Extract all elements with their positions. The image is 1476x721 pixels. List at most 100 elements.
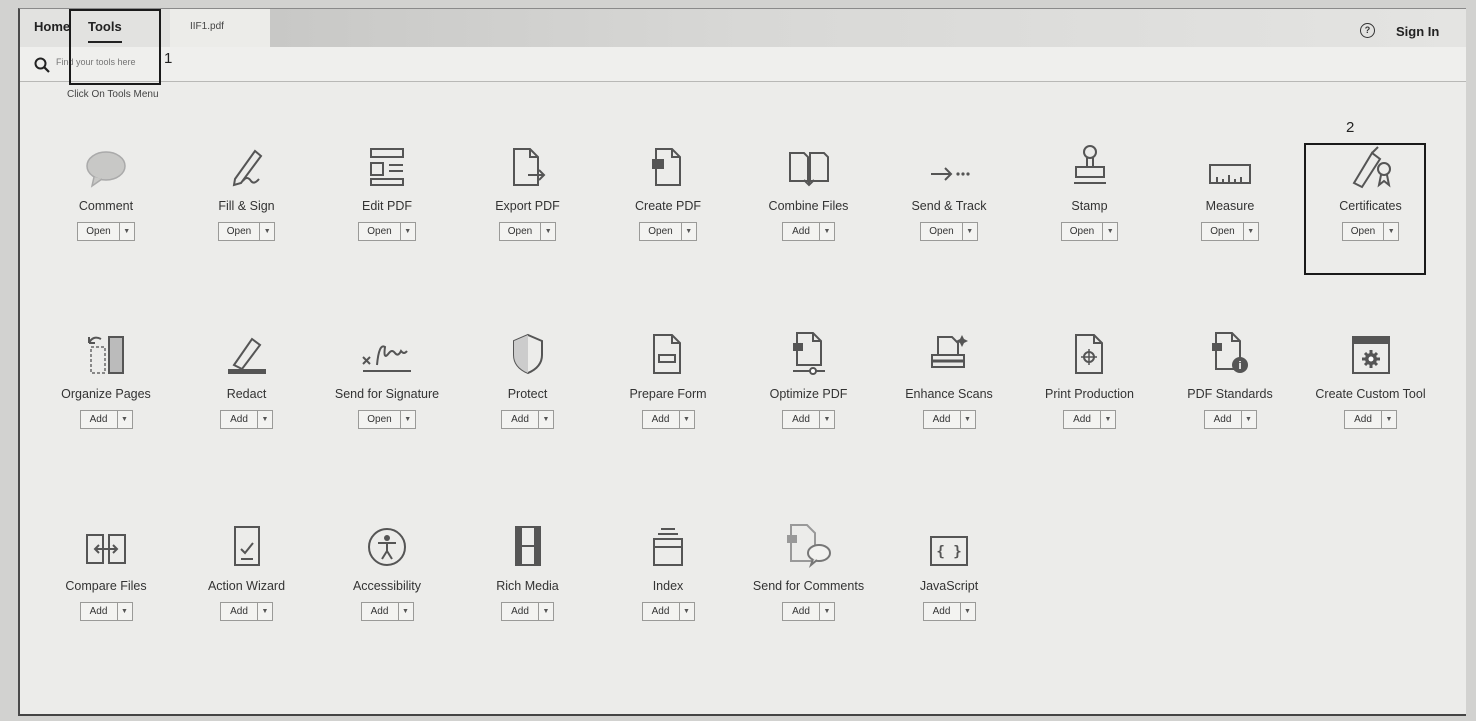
tool-protect-add-button[interactable]: Add (502, 411, 539, 428)
tool-accessibility-add-button[interactable]: Add (362, 603, 399, 620)
combine-files-icon[interactable] (739, 139, 879, 189)
tool-send-for-comments-dropdown-arrow[interactable]: ▼ (820, 603, 834, 620)
tool-action-wizard-add-button[interactable]: Add (221, 603, 258, 620)
tool-rich-media-add-button[interactable]: Add (502, 603, 539, 620)
tool-fill-and-sign-open-button[interactable]: Open (219, 223, 261, 240)
action-wizard-icon[interactable] (177, 519, 317, 569)
tool-send-and-track-dropdown-arrow[interactable]: ▼ (963, 223, 977, 240)
tool-organize-pages-dropdown-arrow[interactable]: ▼ (118, 411, 132, 428)
tool-card-optimize-pdf[interactable]: Optimize PDF Add ▼ (739, 327, 879, 429)
tool-card-rich-media[interactable]: Rich Media Add ▼ (458, 519, 598, 621)
tool-card-compare-files[interactable]: Compare Files Add ▼ (36, 519, 176, 621)
tool-comment-dropdown-arrow[interactable]: ▼ (120, 223, 134, 240)
tool-redact-dropdown-arrow[interactable]: ▼ (258, 411, 272, 428)
tool-javascript-add-button[interactable]: Add (924, 603, 961, 620)
tool-send-for-signature-dropdown-arrow[interactable]: ▼ (401, 411, 415, 428)
tool-send-for-signature-open-button[interactable]: Open (359, 411, 401, 428)
tool-enhance-scans-dropdown-arrow[interactable]: ▼ (961, 411, 975, 428)
tool-card-print-production[interactable]: Print Production Add ▼ (1020, 327, 1160, 429)
tool-measure-dropdown-arrow[interactable]: ▼ (1244, 223, 1258, 240)
tool-card-javascript[interactable]: { } JavaScript Add ▼ (879, 519, 1019, 621)
tool-create-custom-tool-add-button[interactable]: Add (1345, 411, 1382, 428)
tool-card-organize-pages[interactable]: Organize Pages Add ▼ (36, 327, 176, 429)
tool-card-protect[interactable]: Protect Add ▼ (458, 327, 598, 429)
help-icon[interactable]: ? (1360, 23, 1375, 38)
export-pdf-icon[interactable] (458, 139, 598, 189)
tool-optimize-pdf-dropdown-arrow[interactable]: ▼ (820, 411, 834, 428)
custom-tool-icon[interactable] (1301, 327, 1441, 377)
optimize-pdf-icon[interactable] (739, 327, 879, 377)
enhance-scans-icon[interactable] (879, 327, 1019, 377)
tool-card-measure[interactable]: Measure Open ▼ (1160, 139, 1300, 241)
tool-card-create-custom-tool[interactable]: Create Custom Tool Add ▼ (1301, 327, 1441, 429)
tool-card-accessibility[interactable]: Accessibility Add ▼ (317, 519, 457, 621)
tool-send-and-track-open-button[interactable]: Open (921, 223, 963, 240)
pdf-standards-icon[interactable]: i (1160, 327, 1300, 377)
tool-card-send-and-track[interactable]: Send & Track Open ▼ (879, 139, 1019, 241)
print-production-icon[interactable] (1020, 327, 1160, 377)
certificates-icon[interactable] (1301, 139, 1441, 189)
accessibility-icon[interactable] (317, 519, 457, 569)
tool-create-pdf-dropdown-arrow[interactable]: ▼ (682, 223, 696, 240)
comment-icon[interactable] (36, 139, 176, 189)
tab-document[interactable]: IIF1.pdf (170, 9, 270, 47)
tool-protect-dropdown-arrow[interactable]: ▼ (539, 411, 553, 428)
tool-fill-and-sign-dropdown-arrow[interactable]: ▼ (260, 223, 274, 240)
tool-combine-files-add-button[interactable]: Add (783, 223, 820, 240)
tool-optimize-pdf-add-button[interactable]: Add (783, 411, 820, 428)
tool-card-fill-and-sign[interactable]: Fill & Sign Open ▼ (177, 139, 317, 241)
tool-certificates-dropdown-arrow[interactable]: ▼ (1384, 223, 1398, 240)
tool-pdf-standards-dropdown-arrow[interactable]: ▼ (1242, 411, 1256, 428)
rich-media-icon[interactable] (458, 519, 598, 569)
tool-compare-files-add-button[interactable]: Add (81, 603, 118, 620)
tool-card-pdf-standards[interactable]: i PDF Standards Add ▼ (1160, 327, 1300, 429)
tool-card-enhance-scans[interactable]: Enhance Scans Add ▼ (879, 327, 1019, 429)
tool-print-production-dropdown-arrow[interactable]: ▼ (1101, 411, 1115, 428)
tool-stamp-open-button[interactable]: Open (1062, 223, 1104, 240)
tool-compare-files-dropdown-arrow[interactable]: ▼ (118, 603, 132, 620)
prepare-form-icon[interactable] (598, 327, 738, 377)
tool-card-redact[interactable]: Redact Add ▼ (177, 327, 317, 429)
tool-card-edit-pdf[interactable]: Edit PDF Open ▼ (317, 139, 457, 241)
measure-icon[interactable] (1160, 139, 1300, 189)
tool-javascript-dropdown-arrow[interactable]: ▼ (961, 603, 975, 620)
tool-index-dropdown-arrow[interactable]: ▼ (680, 603, 694, 620)
tool-print-production-add-button[interactable]: Add (1064, 411, 1101, 428)
edit-pdf-icon[interactable] (317, 139, 457, 189)
tool-card-stamp[interactable]: Stamp Open ▼ (1020, 139, 1160, 241)
send-track-icon[interactable] (879, 139, 1019, 189)
tool-enhance-scans-add-button[interactable]: Add (924, 411, 961, 428)
redact-icon[interactable] (177, 327, 317, 377)
tool-prepare-form-add-button[interactable]: Add (643, 411, 680, 428)
tool-rich-media-dropdown-arrow[interactable]: ▼ (539, 603, 553, 620)
fill-sign-icon[interactable] (177, 139, 317, 189)
tool-prepare-form-dropdown-arrow[interactable]: ▼ (680, 411, 694, 428)
tool-edit-pdf-dropdown-arrow[interactable]: ▼ (401, 223, 415, 240)
tool-card-export-pdf[interactable]: Export PDF Open ▼ (458, 139, 598, 241)
tool-redact-add-button[interactable]: Add (221, 411, 258, 428)
send-comments-icon[interactable] (739, 519, 879, 569)
tool-accessibility-dropdown-arrow[interactable]: ▼ (399, 603, 413, 620)
tool-card-comment[interactable]: Comment Open ▼ (36, 139, 176, 241)
tool-card-certificates[interactable]: Certificates Open ▼ (1301, 139, 1441, 241)
tool-create-custom-tool-dropdown-arrow[interactable]: ▼ (1382, 411, 1396, 428)
tool-certificates-open-button[interactable]: Open (1343, 223, 1385, 240)
tool-card-prepare-form[interactable]: Prepare Form Add ▼ (598, 327, 738, 429)
tool-create-pdf-open-button[interactable]: Open (640, 223, 682, 240)
tool-send-for-comments-add-button[interactable]: Add (783, 603, 820, 620)
tool-card-action-wizard[interactable]: Action Wizard Add ▼ (177, 519, 317, 621)
javascript-icon[interactable]: { } (879, 519, 1019, 569)
index-icon[interactable] (598, 519, 738, 569)
tool-card-send-for-signature[interactable]: Send for Signature Open ▼ (317, 327, 457, 429)
stamp-icon[interactable] (1020, 139, 1160, 189)
tool-organize-pages-add-button[interactable]: Add (81, 411, 118, 428)
tool-pdf-standards-add-button[interactable]: Add (1205, 411, 1242, 428)
tool-card-send-for-comments[interactable]: Send for Comments Add ▼ (739, 519, 879, 621)
tool-card-combine-files[interactable]: Combine Files Add ▼ (739, 139, 879, 241)
sign-in-link[interactable]: Sign In (1396, 24, 1439, 39)
tool-measure-open-button[interactable]: Open (1202, 223, 1244, 240)
tool-export-pdf-open-button[interactable]: Open (500, 223, 542, 240)
tool-action-wizard-dropdown-arrow[interactable]: ▼ (258, 603, 272, 620)
compare-files-icon[interactable] (36, 519, 176, 569)
tool-stamp-dropdown-arrow[interactable]: ▼ (1103, 223, 1117, 240)
